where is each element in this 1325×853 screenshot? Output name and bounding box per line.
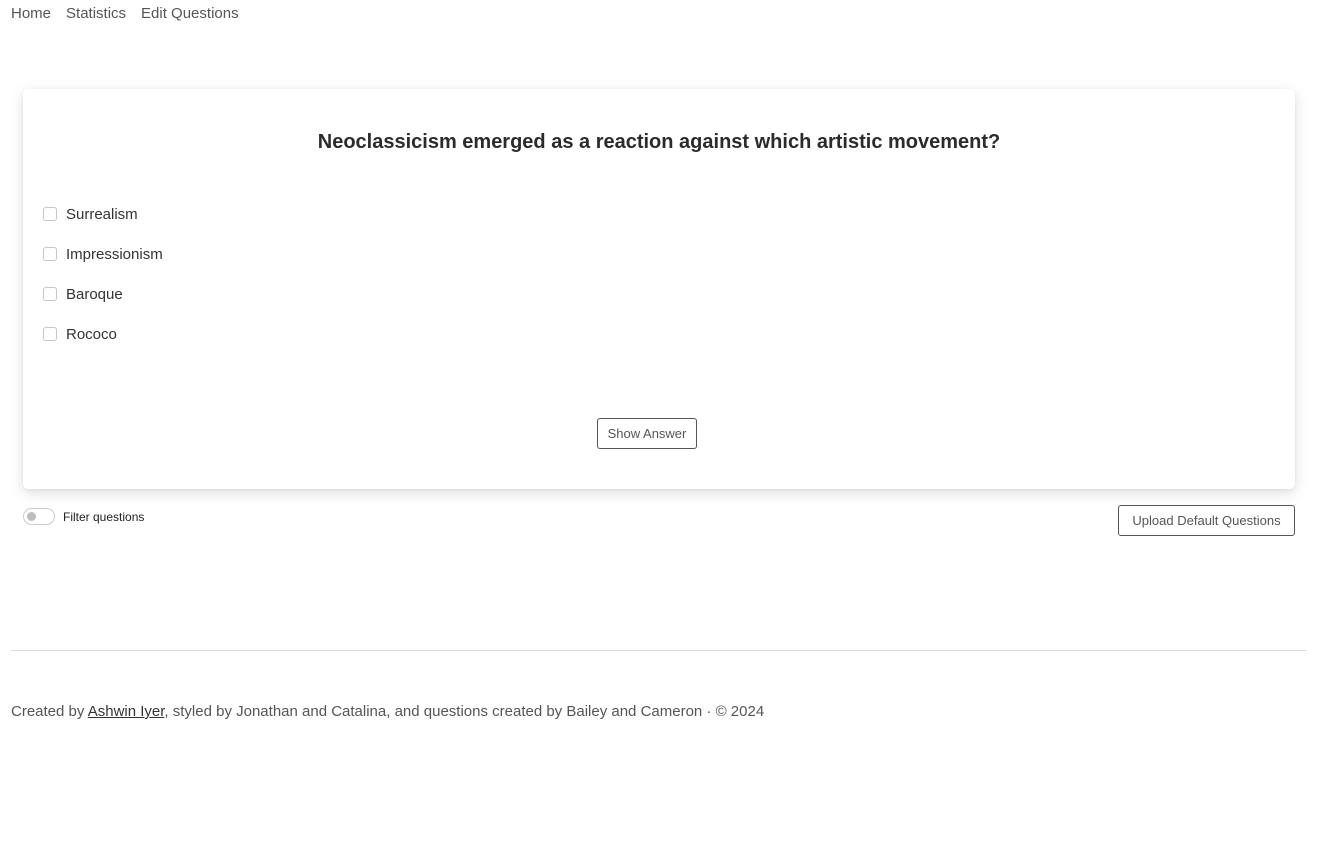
nav-statistics-link[interactable]: Statistics [66,4,126,24]
answer-options: Surrealism Impressionism Baroque Rococo [43,194,163,354]
option-checkbox[interactable] [43,287,57,301]
filter-toggle-label: Filter questions [63,509,145,524]
show-answer-button[interactable]: Show Answer [597,418,697,449]
nav-edit-questions-link[interactable]: Edit Questions [141,4,239,24]
option-baroque[interactable]: Baroque [43,274,163,314]
footer: Created by Ashwin Iyer, styled by Jonath… [11,702,764,722]
option-checkbox[interactable] [43,247,57,261]
top-nav: Home Statistics Edit Questions [11,4,239,24]
filter-toggle-switch[interactable] [23,508,55,525]
option-impressionism[interactable]: Impressionism [43,234,163,274]
option-label: Impressionism [66,245,163,263]
option-surrealism[interactable]: Surrealism [43,194,163,234]
footer-prefix: Created by [11,703,88,720]
nav-home-link[interactable]: Home [11,4,51,24]
footer-suffix: , styled by Jonathan and Catalina, and q… [164,703,765,720]
upload-default-questions-button[interactable]: Upload Default Questions [1118,505,1295,536]
question-text: Neoclassicism emerged as a reaction agai… [317,131,1001,153]
option-rococo[interactable]: Rococo [43,314,163,354]
author-link[interactable]: Ashwin Iyer [88,703,165,720]
option-checkbox[interactable] [43,327,57,341]
toggle-knob [27,512,36,521]
option-label: Rococo [66,325,117,343]
filter-toggle-group: Filter questions [23,508,144,525]
question-card: Neoclassicism emerged as a reaction agai… [23,89,1295,489]
option-label: Baroque [66,285,123,303]
footer-divider [11,650,1307,651]
option-checkbox[interactable] [43,207,57,221]
option-label: Surrealism [66,205,138,223]
